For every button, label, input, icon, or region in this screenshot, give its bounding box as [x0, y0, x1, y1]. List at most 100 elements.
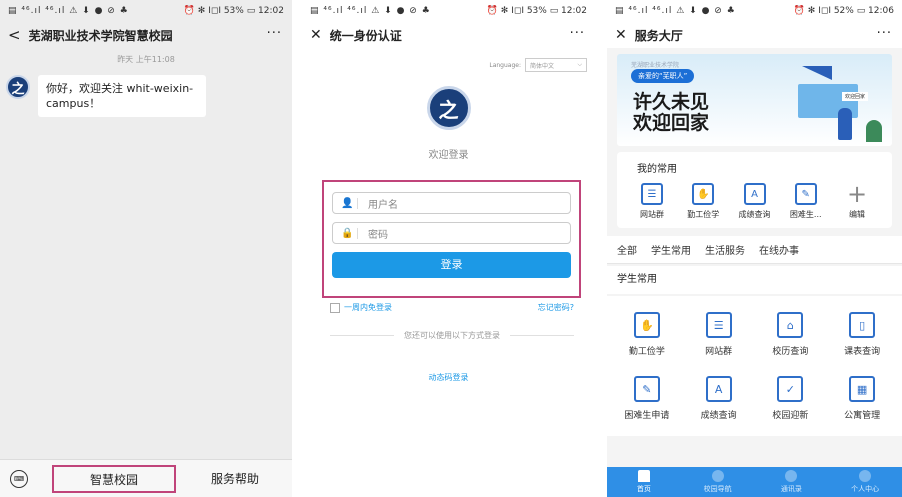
banner-shape	[772, 66, 832, 80]
status-bar: ▤ ⁴⁶.ıl ⁴⁶.ıl ⚠ ⬇ ● ⊘ ♣ ⏰ ✻ I◻I 53% ▭ 12…	[302, 0, 595, 22]
back-arrow-icon[interactable]: <	[8, 26, 21, 44]
password-placeholder: 密码	[368, 229, 388, 241]
school-logo: 之	[426, 86, 471, 130]
account-menu-bar: ⌨ 智慧校园 服务帮助	[0, 459, 292, 497]
banner-school-name: 芜湖职业技术学院	[631, 62, 680, 69]
grade-icon: A	[705, 376, 732, 402]
login-header: ✕ 统一身份认证 ···	[302, 22, 595, 48]
service-grid: ✋ 勤工俭学 ☰ 网站群 ⌂ 校历查询 ▯ 课表查询 ✎ 困难生申请 A 成绩查询 ✓ 校园迎…	[607, 296, 902, 436]
tab-life-services[interactable]: 生活服务	[705, 242, 745, 257]
message-row: 之 你好，欢迎关注 whit-weixin-campus！	[6, 75, 292, 117]
banner-illustration: 欢迎回家	[772, 62, 884, 142]
banner-plant	[866, 120, 882, 142]
tab-online-affairs[interactable]: 在线办事	[759, 242, 799, 257]
password-field[interactable]: 🔒 密码	[332, 222, 571, 244]
category-tabs: 全部 学生常用 生活服务 在线办事	[607, 236, 902, 264]
bottom-navigation: 首页 校园导航 通讯录 个人中心	[607, 467, 902, 497]
status-bar: ▤ ⁴⁶.ıl ⁴⁶.ıl ⚠ ⬇ ● ⊘ ♣ ⏰ ✻ I◻I 52% ▭ 12…	[607, 0, 902, 22]
chat-title: 芜湖职业技术学院智慧校园	[28, 28, 173, 43]
menu-smart-campus[interactable]: 智慧校园	[52, 465, 176, 493]
timetable-icon: ▯	[849, 312, 876, 338]
wechat-chat-screen: ▤ ⁴⁶.ıl ⁴⁶.ıl ⚠ ⬇ ● ⊘ ♣ ⏰ ✻ I◻I 53% ▭ 12…	[0, 0, 292, 497]
close-icon[interactable]: ✕	[615, 27, 627, 43]
favorites-row: ☰ 网站群 ✋ 勤工俭学 A 成绩查询 ✎ 困难生... + 编辑	[625, 180, 884, 220]
welcome-banner[interactable]: 芜湖职业技术学院 亲爱的“芜职人” 许久未见 欢迎回家 欢迎回家	[617, 54, 892, 146]
banner-line2: 欢迎回家	[633, 112, 710, 134]
edit-form-icon: ✎	[633, 376, 660, 402]
website-icon: ☰	[641, 183, 663, 205]
status-left: ▤ ⁴⁶.ıl ⁴⁶.ıl ⚠ ⬇ ● ⊘ ♣	[310, 6, 431, 16]
favorite-hardship[interactable]: ✎ 困难生...	[783, 183, 829, 220]
menu-service-help[interactable]: 服务帮助	[190, 465, 280, 493]
more-icon[interactable]: ···	[267, 26, 282, 41]
close-icon[interactable]: ✕	[310, 27, 322, 43]
banner-line1: 许久未见	[633, 91, 710, 113]
compass-icon	[711, 470, 724, 482]
edit-form-icon: ✎	[794, 183, 817, 205]
school-avatar[interactable]: 之	[6, 75, 30, 99]
service-calendar[interactable]: ⌂ 校历查询	[755, 312, 827, 376]
forgot-password-link[interactable]: 忘记密码?	[538, 302, 574, 313]
favorite-edit[interactable]: + 编辑	[834, 180, 880, 220]
keyboard-icon[interactable]: ⌨	[10, 469, 28, 488]
remember-option[interactable]: 一周内免登录	[330, 302, 392, 313]
favorite-grades[interactable]: A 成绩查询	[732, 183, 778, 220]
service-title: 服务大厅	[634, 28, 683, 43]
favorites-title: 我的常用	[637, 164, 677, 175]
more-icon[interactable]: ···	[877, 26, 892, 41]
service-header: ✕ 服务大厅 ···	[607, 22, 902, 48]
language-label: Language:	[489, 61, 521, 69]
dynamic-code-login-link[interactable]: 动态码登录	[302, 372, 595, 383]
service-dormitory[interactable]: ▦ 公寓管理	[826, 376, 898, 440]
login-title: 统一身份认证	[329, 28, 402, 43]
nav-campus-map[interactable]: 校园导航	[681, 467, 755, 497]
favorite-work-study[interactable]: ✋ 勤工俭学	[680, 183, 726, 220]
service-grades[interactable]: A 成绩查询	[683, 376, 755, 440]
check-icon: ✓	[777, 376, 804, 402]
favorites-card: 我的常用 ☰ 网站群 ✋ 勤工俭学 A 成绩查询 ✎ 困难生... + 编辑	[617, 152, 892, 228]
grade-icon: A	[743, 183, 766, 205]
more-icon[interactable]: ···	[570, 26, 585, 41]
banner-person	[838, 108, 852, 140]
language-select[interactable]: 简体中文 ⌵	[525, 58, 587, 72]
alternative-login-text: 您还可以使用以下方式登录	[404, 331, 500, 340]
tab-all[interactable]: 全部	[617, 242, 637, 257]
tab-student-common[interactable]: 学生常用	[651, 242, 691, 257]
service-hall-screen: ▤ ⁴⁶.ıl ⁴⁶.ıl ⚠ ⬇ ● ⊘ ♣ ⏰ ✻ I◻I 52% ▭ 12…	[607, 0, 902, 497]
nav-profile[interactable]: 个人中心	[828, 467, 902, 497]
contacts-icon	[785, 470, 798, 482]
hand-icon: ✋	[692, 183, 715, 205]
username-field[interactable]: 👤 用户名	[332, 192, 571, 214]
remember-checkbox[interactable]	[330, 302, 340, 313]
message-timestamp: 昨天 上午11:08	[117, 55, 175, 64]
service-website-group[interactable]: ☰ 网站群	[683, 312, 755, 376]
favorite-website-group[interactable]: ☰ 网站群	[629, 183, 675, 220]
home-icon	[637, 470, 650, 482]
banner-pill: 亲爱的“芜职人”	[631, 69, 695, 83]
language-value: 简体中文	[530, 62, 555, 70]
divider-line	[330, 335, 394, 336]
username-placeholder: 用户名	[368, 199, 398, 211]
lock-icon: 🔒	[341, 227, 358, 239]
nav-home[interactable]: 首页	[607, 467, 681, 497]
status-right: ⏰ ✻ I◻I 53% ▭ 12:02	[183, 6, 284, 16]
section-title: 学生常用	[607, 266, 902, 294]
user-icon: 👤	[341, 197, 358, 209]
message-bubble: 你好，欢迎关注 whit-weixin-campus！	[38, 75, 206, 117]
banner-sign: 欢迎回家	[842, 92, 869, 101]
plus-icon: +	[846, 180, 868, 208]
alternative-login-divider: 您还可以使用以下方式登录	[330, 330, 574, 341]
login-button[interactable]: 登录	[332, 252, 571, 278]
service-timetable[interactable]: ▯ 课表查询	[826, 312, 898, 376]
service-work-study[interactable]: ✋ 勤工俭学	[611, 312, 683, 376]
nav-contacts[interactable]: 通讯录	[755, 467, 829, 497]
website-icon: ☰	[705, 312, 732, 338]
language-row: Language: 简体中文 ⌵	[302, 58, 587, 72]
chat-header: < 芜湖职业技术学院智慧校园 ···	[0, 22, 292, 48]
service-hardship-apply[interactable]: ✎ 困难生申请	[611, 376, 683, 440]
status-right: ⏰ ✻ I◻I 53% ▭ 12:02	[486, 6, 587, 16]
status-bar: ▤ ⁴⁶.ıl ⁴⁶.ıl ⚠ ⬇ ● ⊘ ♣ ⏰ ✻ I◻I 53% ▭ 12…	[0, 0, 292, 22]
service-freshman[interactable]: ✓ 校园迎新	[755, 376, 827, 440]
chevron-down-icon: ⌵	[577, 61, 582, 68]
welcome-text: 欢迎登录	[428, 150, 469, 161]
